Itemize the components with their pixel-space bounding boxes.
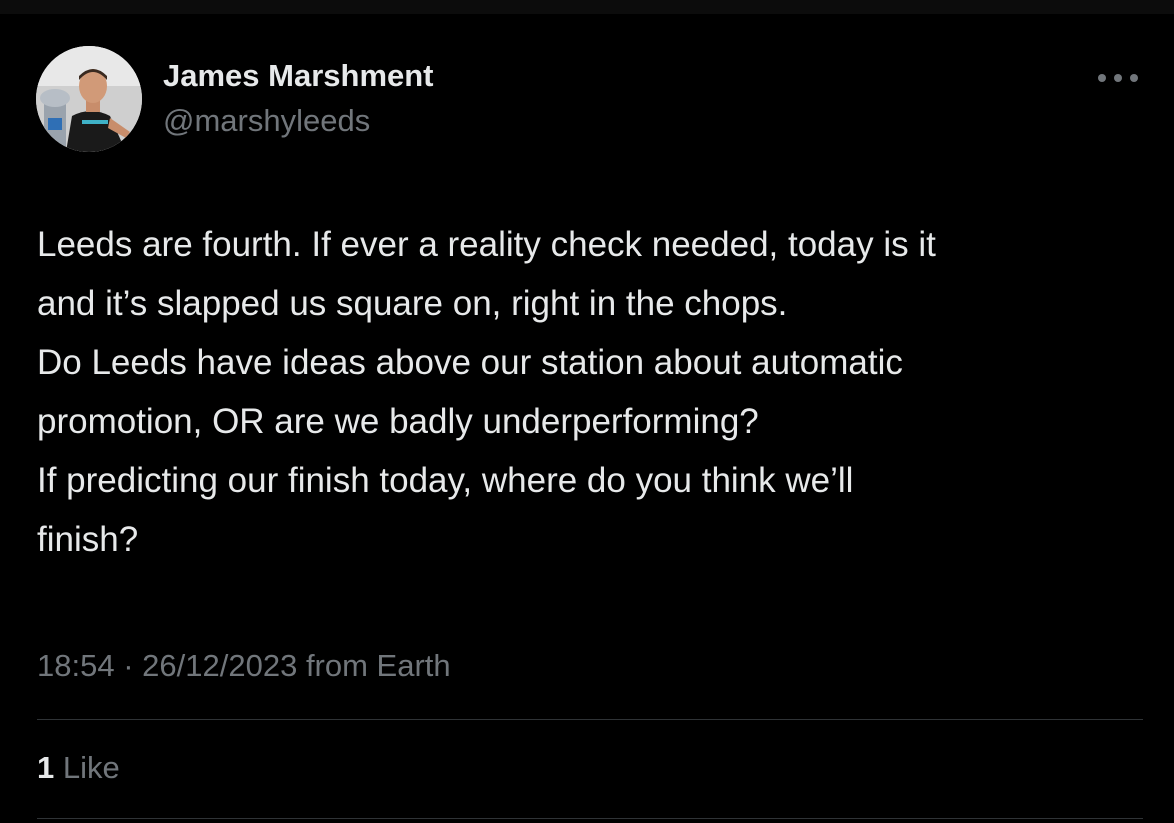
tweet-text-line: Leeds are fourth. If ever a reality chec… bbox=[37, 225, 936, 264]
profile-photo-icon bbox=[36, 46, 142, 152]
more-button[interactable] bbox=[1090, 64, 1146, 92]
like-label: Like bbox=[62, 750, 120, 785]
tweet-text-line: finish? bbox=[37, 520, 139, 559]
likes-link[interactable]: 1 Like bbox=[37, 750, 120, 786]
author-handle[interactable]: @marshyleeds bbox=[163, 103, 370, 139]
tweet-meta: 18:54 · 26/12/2023 from Earth bbox=[37, 648, 451, 684]
tweet-text: Leeds are fourth. If ever a reality chec… bbox=[37, 215, 1152, 569]
avatar[interactable] bbox=[36, 46, 142, 152]
author-name[interactable]: James Marshment bbox=[163, 58, 434, 94]
tweet-text-line: and it’s slapped us square on, right in … bbox=[37, 284, 788, 323]
more-horizontal-icon bbox=[1098, 74, 1138, 82]
tweet-text-line: Do Leeds have ideas above our station ab… bbox=[37, 343, 903, 382]
tweet-time[interactable]: 18:54 bbox=[37, 648, 115, 683]
tweet-date[interactable]: 26/12/2023 bbox=[142, 648, 297, 683]
tweet-text-line: If predicting our finish today, where do… bbox=[37, 461, 854, 500]
divider bbox=[37, 719, 1143, 720]
like-count: 1 bbox=[37, 750, 55, 785]
meta-separator: · bbox=[123, 648, 134, 683]
tweet-source: from Earth bbox=[305, 648, 451, 683]
tweet-text-line: promotion, OR are we badly underperformi… bbox=[37, 402, 759, 441]
tweet-card: James Marshment @marshyleeds Leeds are f… bbox=[0, 0, 1174, 823]
bottom-divider bbox=[37, 818, 1143, 819]
